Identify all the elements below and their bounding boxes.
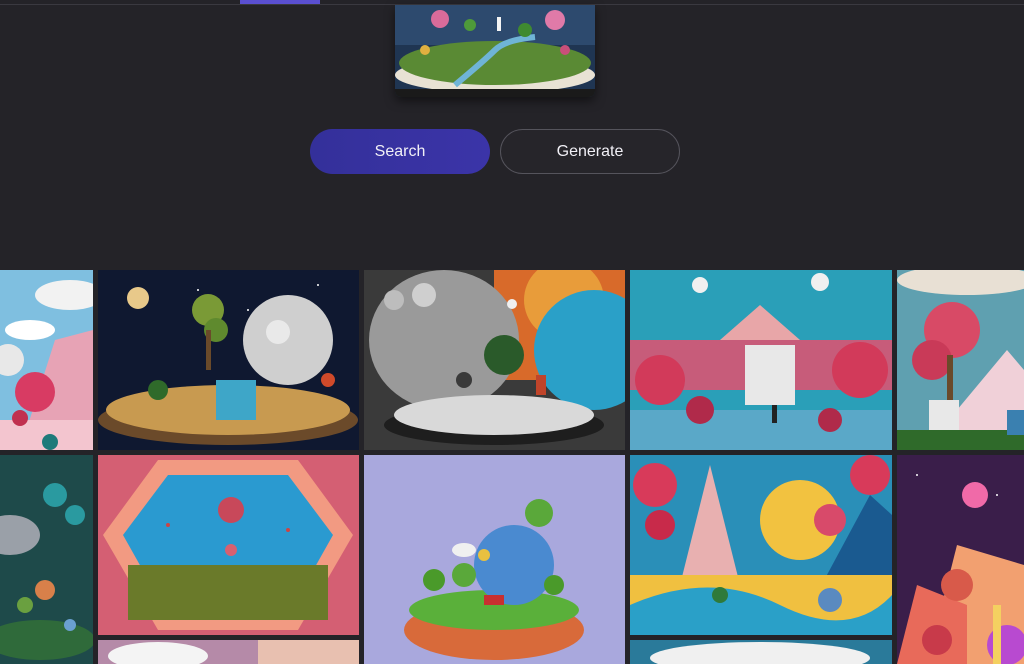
gallery-image[interactable] <box>364 455 625 664</box>
gallery-image[interactable] <box>98 270 359 450</box>
gallery-image[interactable] <box>0 270 93 450</box>
generate-button[interactable]: Generate <box>500 129 680 174</box>
search-button[interactable]: Search <box>310 129 490 174</box>
gallery-image[interactable] <box>897 455 1024 664</box>
image-gallery <box>0 270 1024 664</box>
gallery-image[interactable] <box>630 270 892 450</box>
gallery-image[interactable] <box>0 455 93 664</box>
active-tab-indicator <box>240 0 320 4</box>
gallery-image[interactable] <box>98 640 359 664</box>
gallery-image[interactable] <box>897 270 1024 450</box>
gallery-image[interactable] <box>630 455 892 635</box>
action-buttons: Search Generate <box>310 129 680 174</box>
gallery-image[interactable] <box>98 455 359 635</box>
uploaded-image-preview[interactable] <box>395 5 595 97</box>
gallery-image[interactable] <box>630 640 892 664</box>
garden-island-thumbnail <box>395 5 595 97</box>
gallery-image[interactable] <box>364 270 625 450</box>
